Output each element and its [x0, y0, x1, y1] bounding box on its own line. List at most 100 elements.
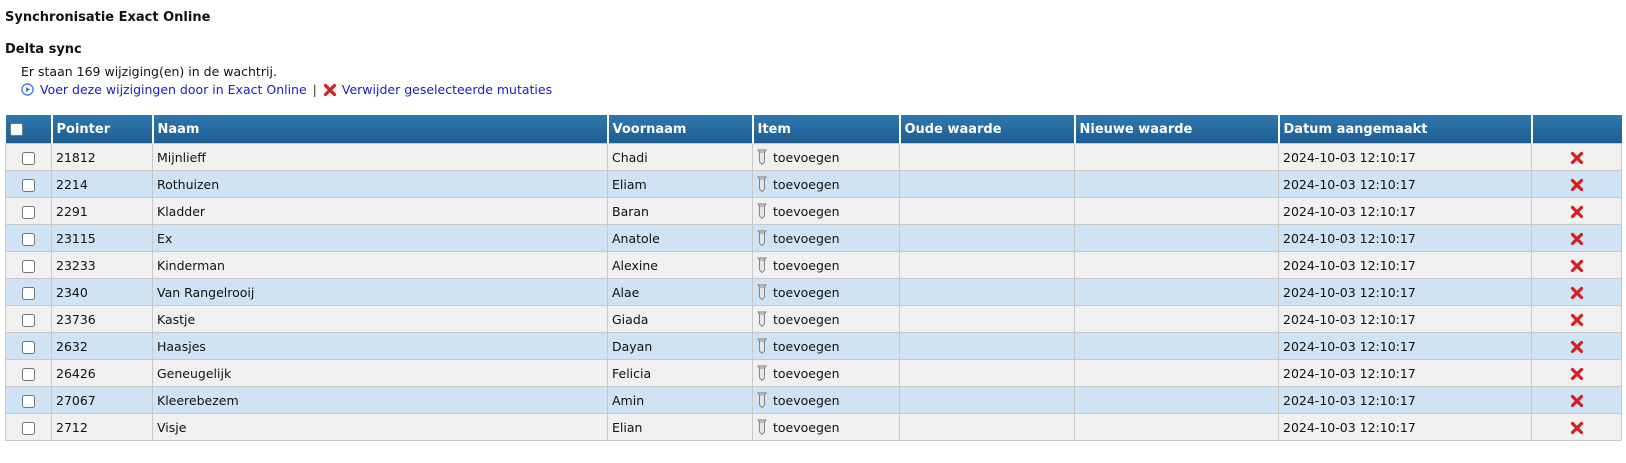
- delete-row-icon[interactable]: [1570, 313, 1584, 327]
- cell-datum-aangemaakt: 2024-10-03 12:10:17: [1278, 413, 1532, 441]
- delete-row-icon[interactable]: [1570, 286, 1584, 300]
- cell-naam: Van Rangelrooij: [152, 278, 608, 306]
- delete-selected-label: Verwijder geselecteerde mutaties: [341, 82, 553, 97]
- select-all-header: [5, 115, 53, 144]
- column-header-item[interactable]: Item: [752, 115, 901, 144]
- select-all-checkbox[interactable]: [9, 122, 23, 136]
- delete-row-icon[interactable]: [1570, 340, 1584, 354]
- row-checkbox[interactable]: [22, 205, 35, 219]
- delete-row-icon[interactable]: [1570, 151, 1584, 165]
- cell-pointer: 23736: [51, 305, 153, 333]
- row-checkbox[interactable]: [22, 394, 35, 408]
- cell-voornaam: Elian: [607, 413, 753, 441]
- row-delete-cell: [1531, 278, 1622, 306]
- cell-naam: Kastje: [152, 305, 608, 333]
- cell-datum-aangemaakt: 2024-10-03 12:10:17: [1278, 278, 1532, 306]
- cell-datum-aangemaakt: 2024-10-03 12:10:17: [1278, 143, 1532, 171]
- column-header-oude-waarde[interactable]: Oude waarde: [899, 115, 1076, 144]
- cell-voornaam: Dayan: [607, 332, 753, 360]
- column-header-actions: [1531, 115, 1622, 144]
- table-row: 26426 Geneugelijk Felicia toevoegen 2024-10-…: [5, 359, 1622, 387]
- cell-oude-waarde: [899, 386, 1075, 414]
- delete-row-icon[interactable]: [1570, 259, 1584, 273]
- pen-icon: [757, 365, 767, 381]
- column-header-datum-aangemaakt[interactable]: Datum aangemaakt: [1278, 115, 1533, 144]
- row-delete-cell: [1531, 143, 1622, 171]
- column-header-nieuwe-waarde[interactable]: Nieuwe waarde: [1074, 115, 1280, 144]
- cell-pointer: 2340: [51, 278, 153, 306]
- pen-icon: [757, 149, 767, 165]
- cell-item: toevoegen: [752, 413, 900, 441]
- pen-icon: [757, 338, 767, 354]
- process-changes-label: Voer deze wijzigingen door in Exact Onli…: [40, 82, 307, 97]
- pen-icon: [757, 257, 767, 273]
- cell-voornaam: Chadi: [607, 143, 753, 171]
- delete-selected-link[interactable]: Verwijder geselecteerde mutaties: [323, 82, 552, 97]
- item-label: toevoegen: [773, 203, 840, 219]
- item-label: toevoegen: [773, 284, 840, 300]
- cell-datum-aangemaakt: 2024-10-03 12:10:17: [1278, 359, 1532, 387]
- table-header-row: Pointer Naam Voornaam Item Oude waarde N…: [5, 115, 1622, 144]
- cell-naam: Mijnlieff: [152, 143, 608, 171]
- item-label: toevoegen: [773, 230, 840, 246]
- cell-naam: Geneugelijk: [152, 359, 608, 387]
- table-row: 2214 Rothuizen Eliam toevoegen 2024-10-03 12…: [5, 170, 1622, 198]
- row-checkbox[interactable]: [22, 232, 35, 246]
- column-header-voornaam[interactable]: Voornaam: [607, 115, 754, 144]
- row-checkbox[interactable]: [22, 340, 35, 354]
- delete-row-icon[interactable]: [1570, 232, 1584, 246]
- row-checkbox[interactable]: [22, 313, 35, 327]
- cell-datum-aangemaakt: 2024-10-03 12:10:17: [1278, 332, 1532, 360]
- row-checkbox[interactable]: [22, 259, 35, 273]
- row-checkbox[interactable]: [22, 286, 35, 300]
- cell-voornaam: Amin: [607, 386, 753, 414]
- process-changes-link[interactable]: Voer deze wijzigingen door in Exact Onli…: [21, 82, 307, 97]
- cell-naam: Rothuizen: [152, 170, 608, 198]
- cell-pointer: 23115: [51, 224, 153, 252]
- cell-voornaam: Eliam: [607, 170, 753, 198]
- pen-icon: [757, 284, 767, 300]
- cell-item: toevoegen: [752, 197, 900, 225]
- delete-row-icon[interactable]: [1570, 394, 1584, 408]
- cell-pointer: 2214: [51, 170, 153, 198]
- row-checkbox[interactable]: [22, 151, 35, 165]
- item-label: toevoegen: [773, 419, 840, 435]
- cell-oude-waarde: [899, 170, 1075, 198]
- cell-datum-aangemaakt: 2024-10-03 12:10:17: [1278, 197, 1532, 225]
- delete-row-icon[interactable]: [1570, 367, 1584, 381]
- cell-naam: Kinderman: [152, 251, 608, 279]
- delete-row-icon[interactable]: [1570, 421, 1584, 435]
- table-row: 2712 Visje Elian toevoegen 2024-10-03 12:10:…: [5, 413, 1622, 441]
- cell-item: toevoegen: [752, 143, 900, 171]
- cell-naam: Kladder: [152, 197, 608, 225]
- cell-naam: Visje: [152, 413, 608, 441]
- delete-row-icon[interactable]: [1570, 178, 1584, 192]
- delete-row-icon[interactable]: [1570, 205, 1584, 219]
- cell-item: toevoegen: [752, 359, 900, 387]
- queue-info-text: Er staan 169 wijziging(en) in de wachtri…: [21, 64, 277, 79]
- row-select-cell: [5, 143, 52, 171]
- table-row: 23736 Kastje Giada toevoegen 2024-10-03 12:1…: [5, 305, 1622, 333]
- pen-icon: [757, 203, 767, 219]
- cell-nieuwe-waarde: [1074, 386, 1279, 414]
- item-label: toevoegen: [773, 149, 840, 165]
- item-label: toevoegen: [773, 365, 840, 381]
- cell-datum-aangemaakt: 2024-10-03 12:10:17: [1278, 386, 1532, 414]
- cell-nieuwe-waarde: [1074, 305, 1279, 333]
- cell-item: toevoegen: [752, 170, 900, 198]
- cell-nieuwe-waarde: [1074, 197, 1279, 225]
- table-row: 23233 Kinderman Alexine toevoegen 2024-10-03…: [5, 251, 1622, 279]
- row-delete-cell: [1531, 224, 1622, 252]
- row-delete-cell: [1531, 332, 1622, 360]
- cell-oude-waarde: [899, 413, 1075, 441]
- row-delete-cell: [1531, 197, 1622, 225]
- row-checkbox[interactable]: [22, 178, 35, 192]
- column-header-pointer[interactable]: Pointer: [51, 115, 154, 144]
- cell-item: toevoegen: [752, 386, 900, 414]
- table-row: 2340 Van Rangelrooij Alae toevoegen 2024-10-…: [5, 278, 1622, 306]
- row-checkbox[interactable]: [22, 421, 35, 435]
- mutations-table: Pointer Naam Voornaam Item Oude waarde N…: [5, 115, 1622, 441]
- column-header-naam[interactable]: Naam: [152, 115, 609, 144]
- action-separator: |: [312, 82, 317, 97]
- row-checkbox[interactable]: [22, 367, 35, 381]
